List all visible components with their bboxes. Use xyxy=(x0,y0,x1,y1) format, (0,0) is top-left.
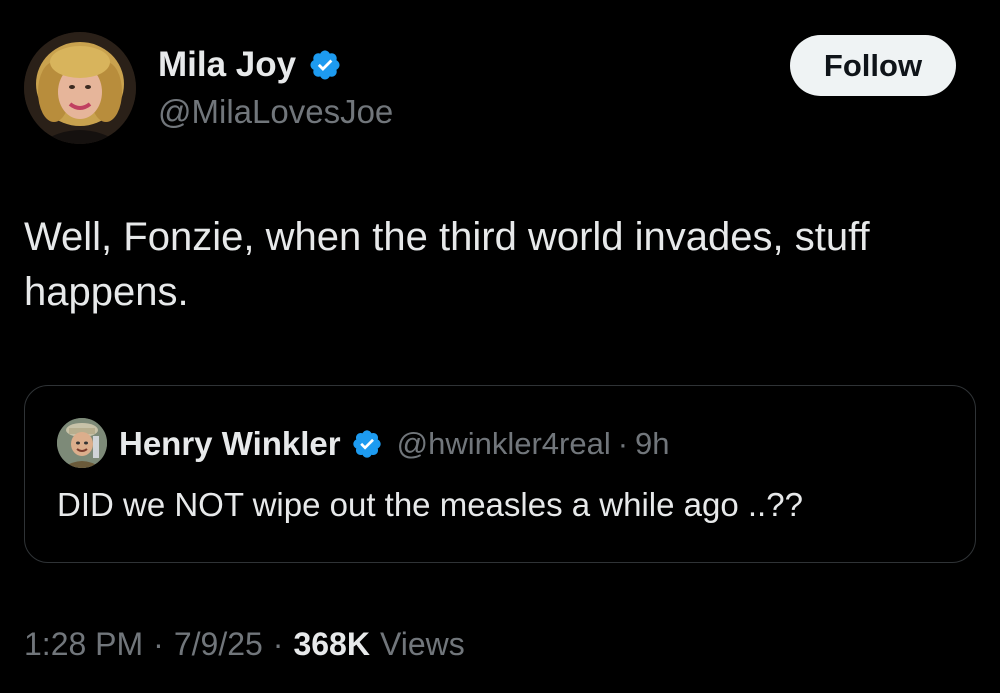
quoted-header: Henry Winkler @hwinkler4real · 9h xyxy=(119,424,670,464)
author-handle[interactable]: @MilaLovesJoe xyxy=(158,92,393,132)
quoted-timestamp[interactable]: 9h xyxy=(635,426,669,462)
views-label[interactable]: Views xyxy=(380,626,465,663)
tweet-meta: 1:28 PM · 7/9/25 · 368K Views xyxy=(24,626,465,663)
quoted-tweet-text: DID we NOT wipe out the measles a while … xyxy=(57,486,803,523)
quoted-author-handle[interactable]: @hwinkler4real xyxy=(397,426,611,462)
dot-separator: · xyxy=(153,626,164,662)
author-avatar[interactable] xyxy=(24,32,136,144)
dot-separator: · xyxy=(272,626,284,662)
author-name-row: Mila Joy xyxy=(158,44,342,86)
follow-button[interactable]: Follow xyxy=(790,35,956,96)
views-count[interactable]: 368K xyxy=(293,626,370,663)
author-name[interactable]: Mila Joy xyxy=(158,44,296,86)
dot-separator: · xyxy=(617,426,629,461)
verified-badge-icon[interactable] xyxy=(351,428,383,460)
tweet-time[interactable]: 1:28 PM xyxy=(24,626,143,663)
profile-photo-icon xyxy=(57,418,107,468)
quoted-tweet-card[interactable]: Henry Winkler @hwinkler4real · 9h DID we… xyxy=(24,385,976,563)
tweet-text: Well, Fonzie, when the third world invad… xyxy=(24,215,870,314)
quoted-author-name[interactable]: Henry Winkler xyxy=(119,425,341,463)
verified-badge-icon[interactable] xyxy=(308,48,342,82)
tweet-date[interactable]: 7/9/25 xyxy=(174,626,263,663)
profile-photo-icon xyxy=(24,32,136,144)
quoted-author-avatar[interactable] xyxy=(57,418,107,468)
